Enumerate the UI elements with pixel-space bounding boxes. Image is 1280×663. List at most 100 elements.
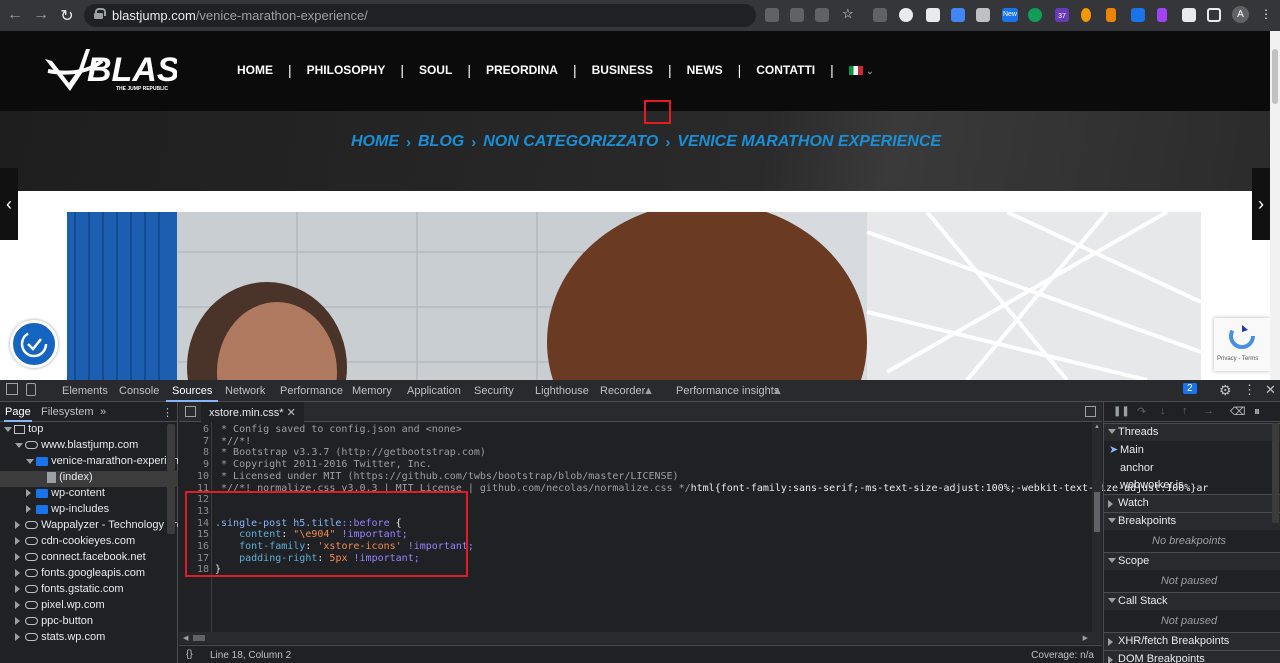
- extension-icon[interactable]: [926, 8, 940, 22]
- file-tree-item[interactable]: wp-content: [0, 487, 178, 503]
- recaptcha-badge[interactable]: Privacy - Terms: [1214, 318, 1270, 371]
- collapsed-chevron-icon[interactable]: [15, 521, 20, 530]
- tab-page[interactable]: Page: [5, 406, 31, 418]
- tab-performance-insights[interactable]: Performance insights: [676, 385, 779, 397]
- device-toolbar-icon[interactable]: [26, 383, 36, 396]
- extension-icon[interactable]: [951, 8, 965, 22]
- next-post-arrow[interactable]: ›: [1252, 168, 1270, 240]
- line-number[interactable]: 10: [179, 471, 209, 482]
- file-tree-item[interactable]: venice-marathon-experienc: [0, 455, 178, 471]
- line-number[interactable]: 9: [179, 459, 209, 470]
- reload-icon[interactable]: ↻: [57, 6, 77, 26]
- code-line[interactable]: * Licensed under MIT (https://github.com…: [215, 471, 679, 482]
- step-into-icon[interactable]: ↓: [1160, 405, 1166, 417]
- file-tree-item[interactable]: pixel.wp.com: [0, 599, 178, 615]
- breadcrumb-blog[interactable]: BLOG: [418, 133, 464, 151]
- threads-section[interactable]: Threads: [1104, 423, 1280, 441]
- nav-preordina[interactable]: PREORDINA: [471, 63, 573, 77]
- nav-business[interactable]: BUSINESS: [577, 63, 668, 77]
- address-bar[interactable]: blastjump.com/venice-marathon-experience…: [84, 4, 756, 27]
- step-over-icon[interactable]: ↷: [1137, 405, 1146, 418]
- share-icon[interactable]: [815, 8, 829, 22]
- thread-main[interactable]: Main: [1120, 444, 1144, 456]
- collapsed-chevron-icon[interactable]: [15, 617, 20, 626]
- breadcrumb-home[interactable]: HOME: [351, 133, 399, 151]
- thread-webworker[interactable]: webworker.js: [1120, 479, 1184, 491]
- tab-network[interactable]: Network: [225, 385, 265, 397]
- profile-avatar[interactable]: A: [1232, 6, 1249, 23]
- page-scrollbar[interactable]: [1270, 31, 1280, 380]
- file-tree-item[interactable]: connect.facebook.net: [0, 551, 178, 567]
- pen-icon[interactable]: [1106, 8, 1116, 22]
- key-icon[interactable]: [765, 8, 779, 22]
- code-line[interactable]: *//*!: [215, 436, 251, 447]
- scroll-up-icon[interactable]: ▲: [1094, 424, 1100, 430]
- file-tree-item[interactable]: stats.wp.com: [0, 631, 178, 647]
- nav-contatti[interactable]: CONTATTI: [741, 63, 830, 77]
- nav-philosophy[interactable]: PHILOSOPHY: [292, 63, 401, 77]
- thread-anchor[interactable]: anchor: [1120, 462, 1154, 474]
- badge-extension[interactable]: 37: [1055, 8, 1069, 22]
- file-tree-item[interactable]: ppc-button: [0, 615, 178, 631]
- tab-filesystem[interactable]: Filesystem: [41, 406, 94, 418]
- grammarly-icon[interactable]: [1028, 8, 1042, 22]
- file-tree-item[interactable]: cdn-cookieyes.com: [0, 535, 178, 551]
- tab-sources[interactable]: Sources: [165, 385, 219, 402]
- language-selector[interactable]: ⌄: [834, 63, 889, 77]
- file-tree-item[interactable]: top: [0, 423, 178, 439]
- pause-icon[interactable]: ❚❚: [1113, 406, 1130, 417]
- expanded-chevron-icon[interactable]: [4, 426, 12, 432]
- deactivate-breakpoints-icon[interactable]: ⌫: [1230, 405, 1246, 418]
- issues-badge[interactable]: 2: [1183, 383, 1197, 394]
- toggle-navigator-icon[interactable]: [185, 406, 196, 417]
- line-number[interactable]: 6: [179, 424, 209, 435]
- scrollbar-thumb[interactable]: [193, 635, 205, 641]
- step-out-icon[interactable]: ↑: [1182, 405, 1188, 417]
- vertical-scrollbar[interactable]: ▲: [1092, 422, 1102, 632]
- editor-tab-xstore[interactable]: xstore.min.css* ✕: [201, 402, 304, 422]
- new-badge-extension[interactable]: New: [1002, 8, 1018, 22]
- nav-home[interactable]: HOME: [222, 63, 288, 77]
- file-tree-item[interactable]: (index): [0, 471, 178, 487]
- extension-icon[interactable]: [873, 8, 887, 22]
- xhr-breakpoints-section[interactable]: XHR/fetch Breakpoints: [1104, 632, 1280, 650]
- camera-icon[interactable]: [976, 8, 990, 22]
- watch-section[interactable]: Watch: [1104, 494, 1280, 512]
- recaptcha-links[interactable]: Privacy - Terms: [1217, 356, 1258, 362]
- sidebar-icon[interactable]: [1207, 8, 1221, 22]
- expanded-chevron-icon[interactable]: [26, 458, 34, 464]
- code-line[interactable]: * Config saved to config.json and <none>: [215, 424, 462, 435]
- video-icon[interactable]: [1131, 8, 1145, 22]
- extension-icon[interactable]: [1081, 8, 1091, 22]
- pen-icon[interactable]: [1157, 8, 1167, 22]
- blast-logo[interactable]: BLAST THE JUMP REPUBLIC: [42, 41, 204, 101]
- inspect-element-icon[interactable]: [6, 383, 18, 395]
- code-line[interactable]: * Copyright 2011-2016 Twitter, Inc.: [215, 459, 432, 470]
- file-tree-item[interactable]: fonts.googleapis.com: [0, 567, 178, 583]
- accessibility-button[interactable]: [10, 320, 58, 368]
- collapsed-chevron-icon[interactable]: [15, 569, 20, 578]
- dom-breakpoints-section[interactable]: DOM Breakpoints: [1104, 650, 1280, 663]
- scope-section[interactable]: Scope: [1104, 552, 1280, 570]
- tab-recorder[interactable]: Recorder: [600, 385, 645, 397]
- scrollbar-thumb[interactable]: [1272, 49, 1278, 104]
- step-icon[interactable]: →: [1203, 405, 1214, 417]
- pause-on-exceptions-icon[interactable]: ⏸: [1254, 404, 1260, 419]
- globe-icon[interactable]: [899, 8, 913, 22]
- collapsed-chevron-icon[interactable]: [15, 633, 20, 642]
- file-tree-item[interactable]: wp-includes: [0, 503, 178, 519]
- file-tree-item[interactable]: Wappalyzer - Technology prof: [0, 519, 178, 535]
- collapsed-chevron-icon[interactable]: [15, 537, 20, 546]
- collapsed-chevron-icon[interactable]: [15, 601, 20, 610]
- tab-elements[interactable]: Elements: [62, 385, 108, 397]
- nav-news[interactable]: NEWS: [672, 63, 738, 77]
- tab-memory[interactable]: Memory: [352, 385, 392, 397]
- expanded-chevron-icon[interactable]: [15, 442, 23, 448]
- tab-security[interactable]: Security: [474, 385, 514, 397]
- tree-scrollbar[interactable]: [167, 424, 175, 534]
- translate-icon[interactable]: [790, 8, 804, 22]
- close-icon[interactable]: ✕: [1265, 382, 1276, 398]
- back-arrow-icon[interactable]: ←: [5, 6, 25, 24]
- code-line[interactable]: * Bootstrap v3.3.7 (http://getbootstrap.…: [215, 447, 486, 458]
- collapsed-chevron-icon[interactable]: [15, 553, 20, 562]
